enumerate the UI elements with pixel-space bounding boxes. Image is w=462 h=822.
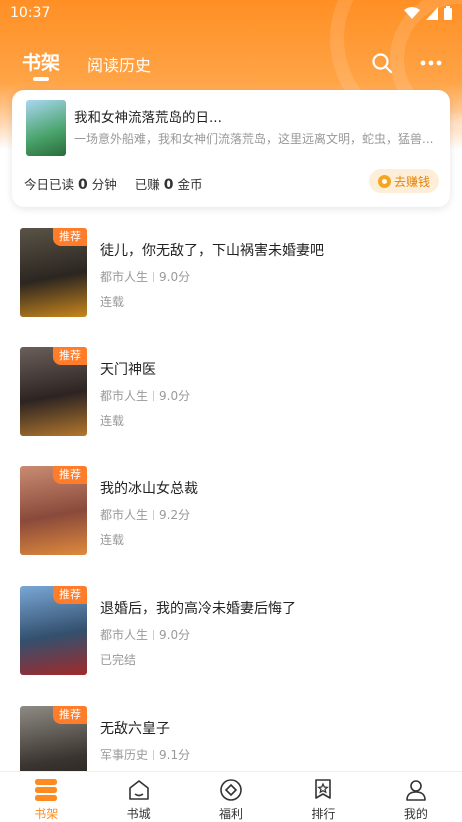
earn-money-button[interactable]: 去赚钱 [369, 169, 439, 193]
earn-money-label: 去赚钱 [393, 174, 430, 189]
book-title[interactable]: 天门神医 [100, 359, 156, 379]
earned-stat: 已赚 0 金币 [135, 174, 203, 193]
bottom-tab-bar: 书架 书城 福利 排行 我的 [0, 771, 462, 822]
ranking-icon [315, 779, 332, 799]
earned-label: 已赚 [134, 177, 160, 192]
top-nav: 书架 阅读历史 [0, 48, 462, 81]
tab-indicator [33, 77, 49, 81]
reading-title[interactable]: 我和女神流落荒岛的日... [74, 106, 222, 126]
book-category: 都市人生 [100, 508, 149, 522]
book-category: 军事历史 [100, 748, 149, 762]
store-icon [128, 780, 149, 800]
list-item[interactable]: 推荐 天门神医 都市人生 9.0分 连载 [0, 347, 462, 437]
today-read-stat: 今日已读 0 分钟 [24, 174, 117, 193]
book-title[interactable]: 徒儿，你无敌了，下山祸害未婚妻吧 [100, 240, 324, 260]
recommend-badge: 推荐 [53, 586, 87, 604]
list-item[interactable]: 推荐 徒儿，你无敌了，下山祸害未婚妻吧 都市人生 9.0分 连载 [0, 228, 462, 318]
status-bar: 10:37 [0, 0, 462, 26]
profile-icon [406, 780, 426, 801]
recommend-badge: 推荐 [53, 466, 87, 484]
book-score: 9.0分 [159, 389, 191, 403]
book-meta: 都市人生 9.0分 [100, 626, 190, 643]
battery-icon [444, 6, 452, 20]
list-item[interactable]: 推荐 我的冰山女总裁 都市人生 9.2分 连载 [0, 466, 462, 556]
book-score: 9.0分 [159, 270, 191, 284]
tab-welfare-nav[interactable]: 福利 [185, 772, 277, 822]
reading-stats: 今日已读 0 分钟 已赚 0 金币 [24, 174, 203, 193]
book-score: 9.1分 [159, 748, 191, 762]
tab-label: 书城 [126, 807, 151, 821]
book-category: 都市人生 [100, 628, 149, 642]
tab-store-nav[interactable]: 书城 [92, 772, 184, 822]
book-title[interactable]: 无敌六皇子 [100, 718, 170, 738]
earned-unit: 金币 [177, 177, 203, 192]
book-score: 9.0分 [159, 628, 191, 642]
gift-icon [220, 779, 242, 801]
tab-label: 我的 [403, 807, 428, 821]
book-meta: 军事历史 9.1分 [100, 746, 190, 763]
status-icons [404, 6, 452, 20]
bookshelf-icon [35, 779, 58, 801]
more-icon [420, 60, 442, 66]
today-read-value: 0 [78, 177, 88, 193]
book-meta: 都市人生 9.0分 [100, 387, 190, 404]
recommend-badge: 推荐 [53, 228, 87, 246]
book-cover[interactable]: 推荐 [20, 347, 87, 436]
book-status: 连载 [100, 414, 125, 428]
signal-icon [426, 6, 438, 20]
tab-label: 排行 [311, 807, 336, 821]
book-cover[interactable] [26, 100, 66, 156]
tab-label: 福利 [219, 807, 244, 821]
book-meta: 都市人生 9.0分 [100, 268, 190, 285]
reading-description: 一场意外船难，我和女神们流落荒岛，这里远离文明，蛇虫，猛兽... [74, 132, 434, 146]
recommend-badge: 推荐 [53, 347, 87, 365]
wifi-icon [404, 6, 420, 19]
tab-bookshelf-nav[interactable]: 书架 [0, 772, 92, 822]
tab-reading-history[interactable]: 阅读历史 [87, 52, 151, 76]
tab-bookshelf[interactable]: 书架 [22, 48, 60, 75]
book-meta: 都市人生 9.2分 [100, 506, 190, 523]
today-read-unit: 分钟 [91, 177, 117, 192]
book-status: 连载 [100, 295, 125, 309]
current-reading-card[interactable]: 我和女神流落荒岛的日... 一场意外船难，我和女神们流落荒岛，这里远离文明，蛇虫… [12, 90, 450, 207]
book-cover[interactable]: 推荐 [20, 466, 87, 555]
tab-ranking-nav[interactable]: 排行 [277, 772, 369, 822]
book-status: 连载 [100, 533, 125, 547]
book-title[interactable]: 退婚后，我的高冷未婚妻后悔了 [100, 598, 296, 618]
coin-icon [377, 174, 391, 188]
book-status: 已完结 [100, 653, 137, 667]
list-item[interactable]: 推荐 退婚后，我的高冷未婚妻后悔了 都市人生 9.0分 已完结 [0, 586, 462, 676]
today-read-label: 今日已读 [24, 177, 75, 192]
book-cover[interactable]: 推荐 [20, 586, 87, 675]
separator [153, 390, 155, 401]
book-category: 都市人生 [100, 270, 149, 284]
search-button[interactable] [371, 52, 393, 78]
book-category: 都市人生 [100, 389, 149, 403]
separator [153, 509, 155, 520]
book-cover[interactable]: 推荐 [20, 228, 87, 317]
more-button[interactable] [419, 52, 443, 78]
recommend-badge: 推荐 [53, 706, 87, 724]
earned-value: 0 [163, 177, 174, 193]
search-icon [372, 53, 393, 74]
book-title[interactable]: 我的冰山女总裁 [100, 478, 198, 498]
status-time: 10:37 [10, 5, 51, 21]
separator [153, 271, 155, 282]
separator [153, 629, 155, 640]
tab-label: 书架 [34, 807, 59, 821]
tab-profile-nav[interactable]: 我的 [370, 772, 462, 822]
book-score: 9.2分 [159, 508, 191, 522]
separator [153, 749, 155, 760]
